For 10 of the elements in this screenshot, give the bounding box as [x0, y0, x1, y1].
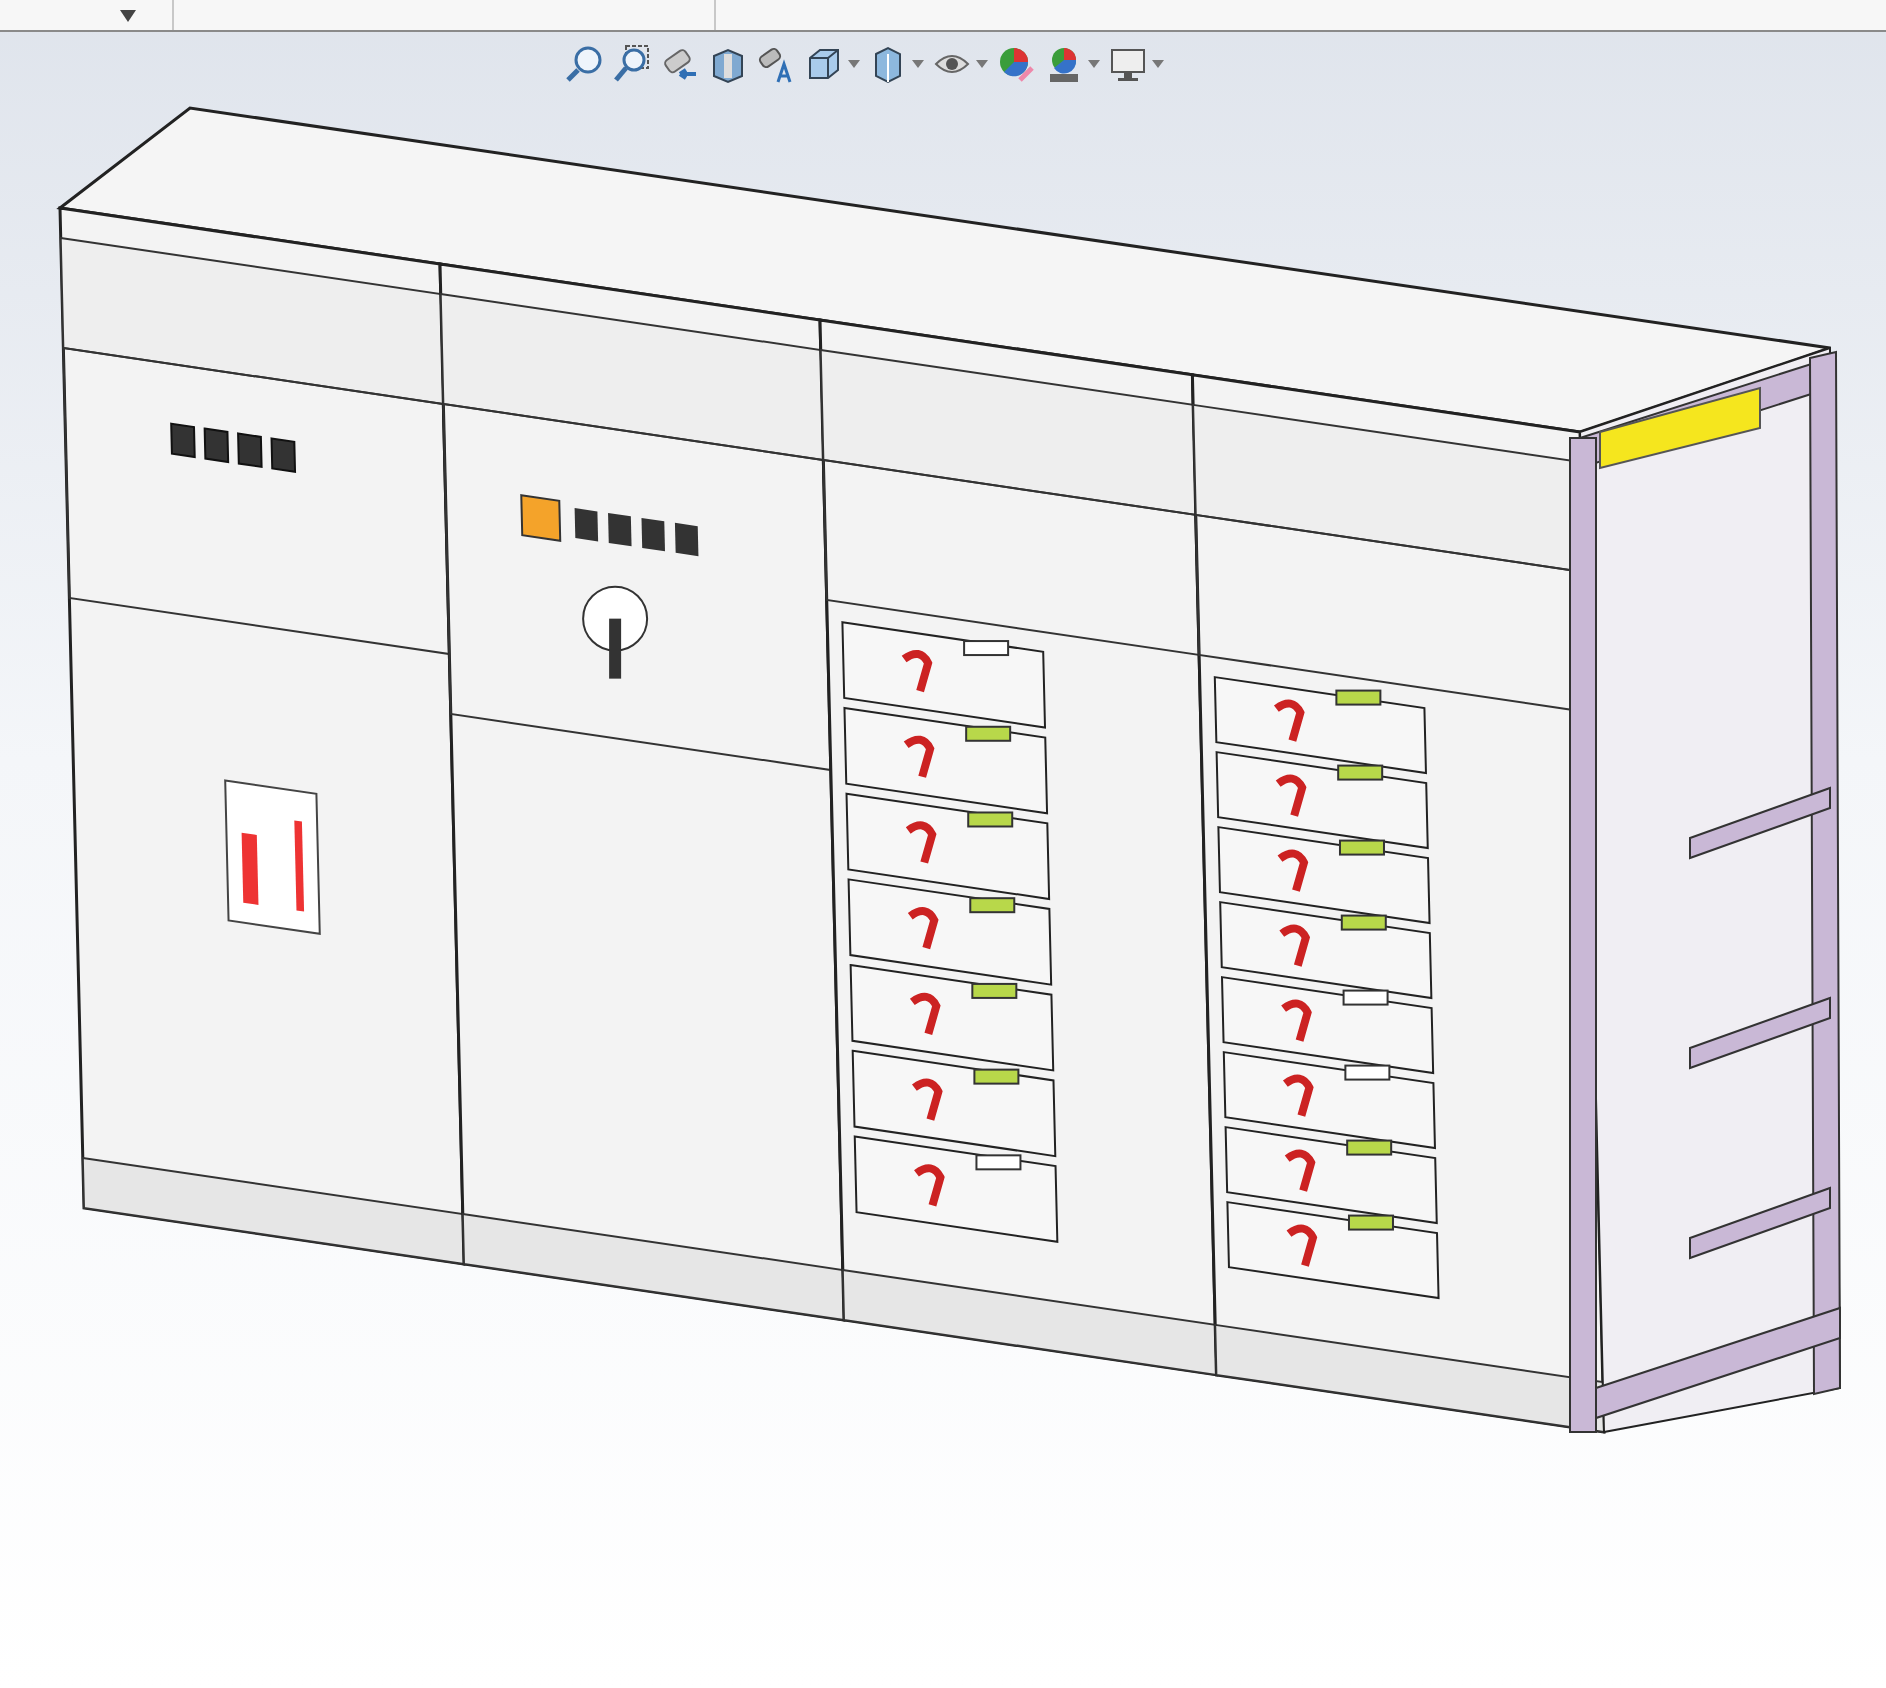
- dropdown-caret-icon[interactable]: [120, 9, 136, 21]
- section-view-icon[interactable]: [708, 44, 748, 84]
- color-ball-scene-icon[interactable]: [1044, 44, 1084, 84]
- zoom-area-icon[interactable]: [612, 44, 652, 84]
- camera-arrow-icon[interactable]: [660, 44, 700, 84]
- monitor-icon[interactable]: [1108, 44, 1148, 84]
- color-ball-pencil-icon[interactable]: [996, 44, 1036, 84]
- cube-icon[interactable]: [804, 44, 844, 84]
- zoom-fit-icon[interactable]: [564, 44, 604, 84]
- camera-letter-icon[interactable]: [756, 44, 796, 84]
